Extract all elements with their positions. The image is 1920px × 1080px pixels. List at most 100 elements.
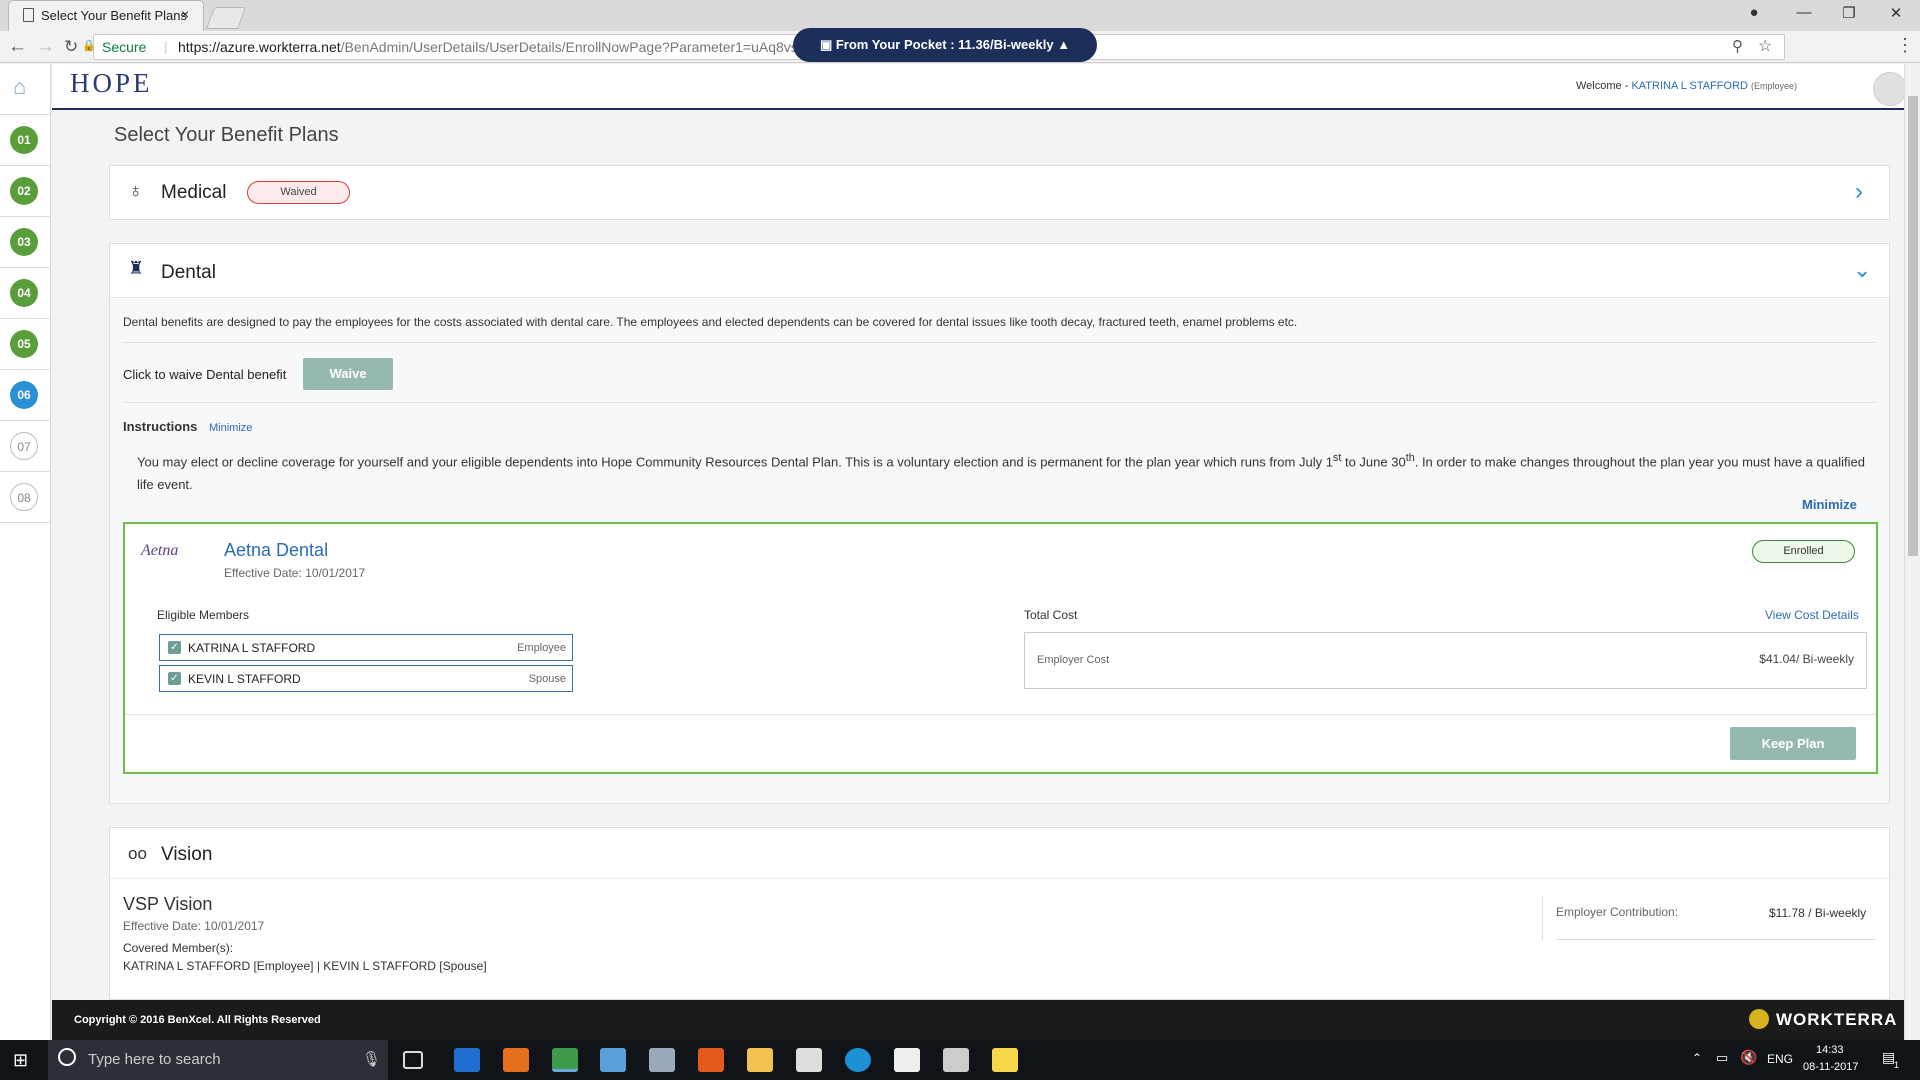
new-tab-button[interactable] <box>205 7 247 29</box>
app-header: HOPE Welcome - KATRINA L STAFFORD (Emplo… <box>52 64 1907 110</box>
windows-start-icon[interactable]: ⊞ <box>13 1050 28 1071</box>
mail-icon[interactable] <box>894 1048 920 1072</box>
divider <box>1556 939 1876 940</box>
view-cost-details-link[interactable]: View Cost Details <box>1765 608 1859 622</box>
plan-name[interactable]: Aetna Dental <box>224 540 328 561</box>
step-06[interactable]: 06 <box>10 381 38 409</box>
zoom-icon[interactable]: ⚲ <box>1732 37 1743 55</box>
page-icon <box>23 8 34 22</box>
browser-tab[interactable]: Select Your Benefit Plans × <box>8 0 204 31</box>
member-name: KEVIN L STAFFORD <box>188 672 301 686</box>
clock-time[interactable]: 14:33 <box>1816 1044 1844 1056</box>
member-name: KATRINA L STAFFORD <box>188 641 316 655</box>
bookmark-star-icon[interactable]: ☆ <box>1758 36 1772 56</box>
file-explorer-icon[interactable] <box>747 1048 773 1072</box>
paint-icon[interactable] <box>649 1048 675 1072</box>
keep-plan-button[interactable]: Keep Plan <box>1730 727 1856 760</box>
member-role: Employee <box>517 642 566 654</box>
page-title: Select Your Benefit Plans <box>114 124 339 146</box>
photos-icon[interactable] <box>943 1048 969 1072</box>
checkbox-icon[interactable]: ✓ <box>168 641 181 654</box>
tray-chevron-icon[interactable]: ⌃ <box>1692 1051 1702 1065</box>
taskbar-search[interactable]: Type here to search 🎙 <box>48 1040 388 1080</box>
plan-minimize-link[interactable]: Minimize <box>1802 497 1857 512</box>
user-role: (Employee) <box>1751 81 1798 91</box>
step-01[interactable]: 01 <box>10 126 38 154</box>
covered-members: KATRINA L STAFFORD [Employee] | KEVIN L … <box>123 959 487 973</box>
vision-section: oo Vision VSP Vision Effective Date: 10/… <box>109 827 1890 1000</box>
chevron-down-icon[interactable]: ⌄ <box>1853 257 1871 283</box>
close-window-icon[interactable]: ✕ <box>1876 4 1916 22</box>
microphone-icon[interactable]: 🎙 <box>362 1050 381 1068</box>
browser-tab-bar: Select Your Benefit Plans × ● — ❐ ✕ <box>0 0 1920 31</box>
user-name[interactable]: KATRINA L STAFFORD <box>1631 80 1748 92</box>
task-view-icon[interactable] <box>403 1051 423 1069</box>
divider <box>0 420 50 421</box>
clock-date[interactable]: 08-11-2017 <box>1803 1061 1858 1073</box>
divider <box>110 878 1889 879</box>
edge-icon[interactable] <box>454 1048 480 1072</box>
store-icon[interactable] <box>796 1048 822 1072</box>
step-04[interactable]: 04 <box>10 279 38 307</box>
dental-header[interactable]: ♜ Dental ⌄ <box>110 244 1889 298</box>
vision-plan-name: VSP Vision <box>123 894 213 914</box>
app-icon[interactable] <box>600 1048 626 1072</box>
step-08[interactable]: 08 <box>10 483 38 511</box>
forward-icon[interactable]: → <box>36 36 55 58</box>
vision-title[interactable]: Vision <box>161 844 212 866</box>
instructions-part2: to June 30 <box>1341 454 1406 470</box>
volume-muted-icon[interactable]: 🔇 <box>1740 1049 1757 1066</box>
reload-icon[interactable]: ↻ <box>64 37 78 57</box>
step-rail: ⌂ 01 02 03 04 05 06 07 08 <box>0 64 51 1040</box>
employer-contribution-value: $11.78 / Bi-weekly <box>1769 906 1867 920</box>
sticky-notes-icon[interactable] <box>992 1048 1018 1072</box>
step-02[interactable]: 02 <box>10 177 38 205</box>
minimize-window-icon[interactable]: — <box>1784 4 1824 21</box>
menu-icon[interactable]: ⋮ <box>1896 35 1914 56</box>
wallet-icon: ▣ <box>819 37 836 52</box>
divider <box>0 471 50 472</box>
notification-count: 1 <box>1894 1060 1900 1070</box>
step-03[interactable]: 03 <box>10 228 38 256</box>
avatar[interactable] <box>1873 72 1907 106</box>
chevron-right-icon[interactable]: › <box>1855 178 1863 206</box>
instructions-minimize-link[interactable]: Minimize <box>209 422 252 434</box>
firefox-icon[interactable] <box>503 1048 529 1072</box>
instructions-sup2: th <box>1405 452 1415 464</box>
restore-window-icon[interactable]: ❐ <box>1829 4 1869 22</box>
eligible-members-label: Eligible Members <box>157 608 250 622</box>
from-your-pocket-button[interactable]: ▣ From Your Pocket : 11.36/Bi-weekly ▲ <box>793 28 1097 62</box>
profile-icon[interactable]: ● <box>1734 4 1774 21</box>
checkbox-icon[interactable]: ✓ <box>168 672 181 685</box>
scrollbar-thumb[interactable] <box>1908 96 1918 556</box>
home-icon[interactable]: ⌂ <box>13 74 26 100</box>
step-07[interactable]: 07 <box>10 432 38 460</box>
waived-badge: Waived <box>247 181 350 204</box>
waive-button[interactable]: Waive <box>303 358 393 390</box>
divider: | <box>164 38 168 54</box>
member-row[interactable]: ✓ KEVIN L STAFFORD Spouse <box>159 665 573 692</box>
vision-effective-date: Effective Date: 10/01/2017 <box>123 919 265 933</box>
waive-prompt: Click to waive Dental benefit <box>123 367 287 382</box>
enrolled-badge: Enrolled <box>1752 540 1855 563</box>
member-row[interactable]: ✓ KATRINA L STAFFORD Employee <box>159 634 573 661</box>
step-05[interactable]: 05 <box>10 330 38 358</box>
medical-section[interactable]: ♁ Medical Waived › <box>109 165 1890 220</box>
app-icon[interactable] <box>845 1048 871 1072</box>
dental-section: ♜ Dental ⌄ Dental benefits are designed … <box>109 243 1890 804</box>
network-icon[interactable]: ▭ <box>1716 1050 1728 1066</box>
instructions-text: You may elect or decline coverage for yo… <box>137 447 1877 496</box>
app-icon[interactable] <box>698 1048 724 1072</box>
glasses-icon: oo <box>128 844 147 863</box>
aetna-logo: Aetna <box>141 542 179 559</box>
chrome-icon[interactable] <box>552 1048 578 1072</box>
divider <box>0 267 50 268</box>
page-scrollbar[interactable] <box>1904 64 1920 1040</box>
back-icon[interactable]: ← <box>8 36 27 58</box>
employer-cost-box: Employer Cost $41.04/ Bi-weekly <box>1024 632 1867 689</box>
covered-members-label: Covered Member(s): <box>123 941 234 955</box>
divider <box>0 318 50 319</box>
tooth-icon: ♜ <box>128 258 145 278</box>
tab-close-icon[interactable]: × <box>181 6 189 22</box>
language-indicator[interactable]: ENG <box>1767 1052 1793 1066</box>
